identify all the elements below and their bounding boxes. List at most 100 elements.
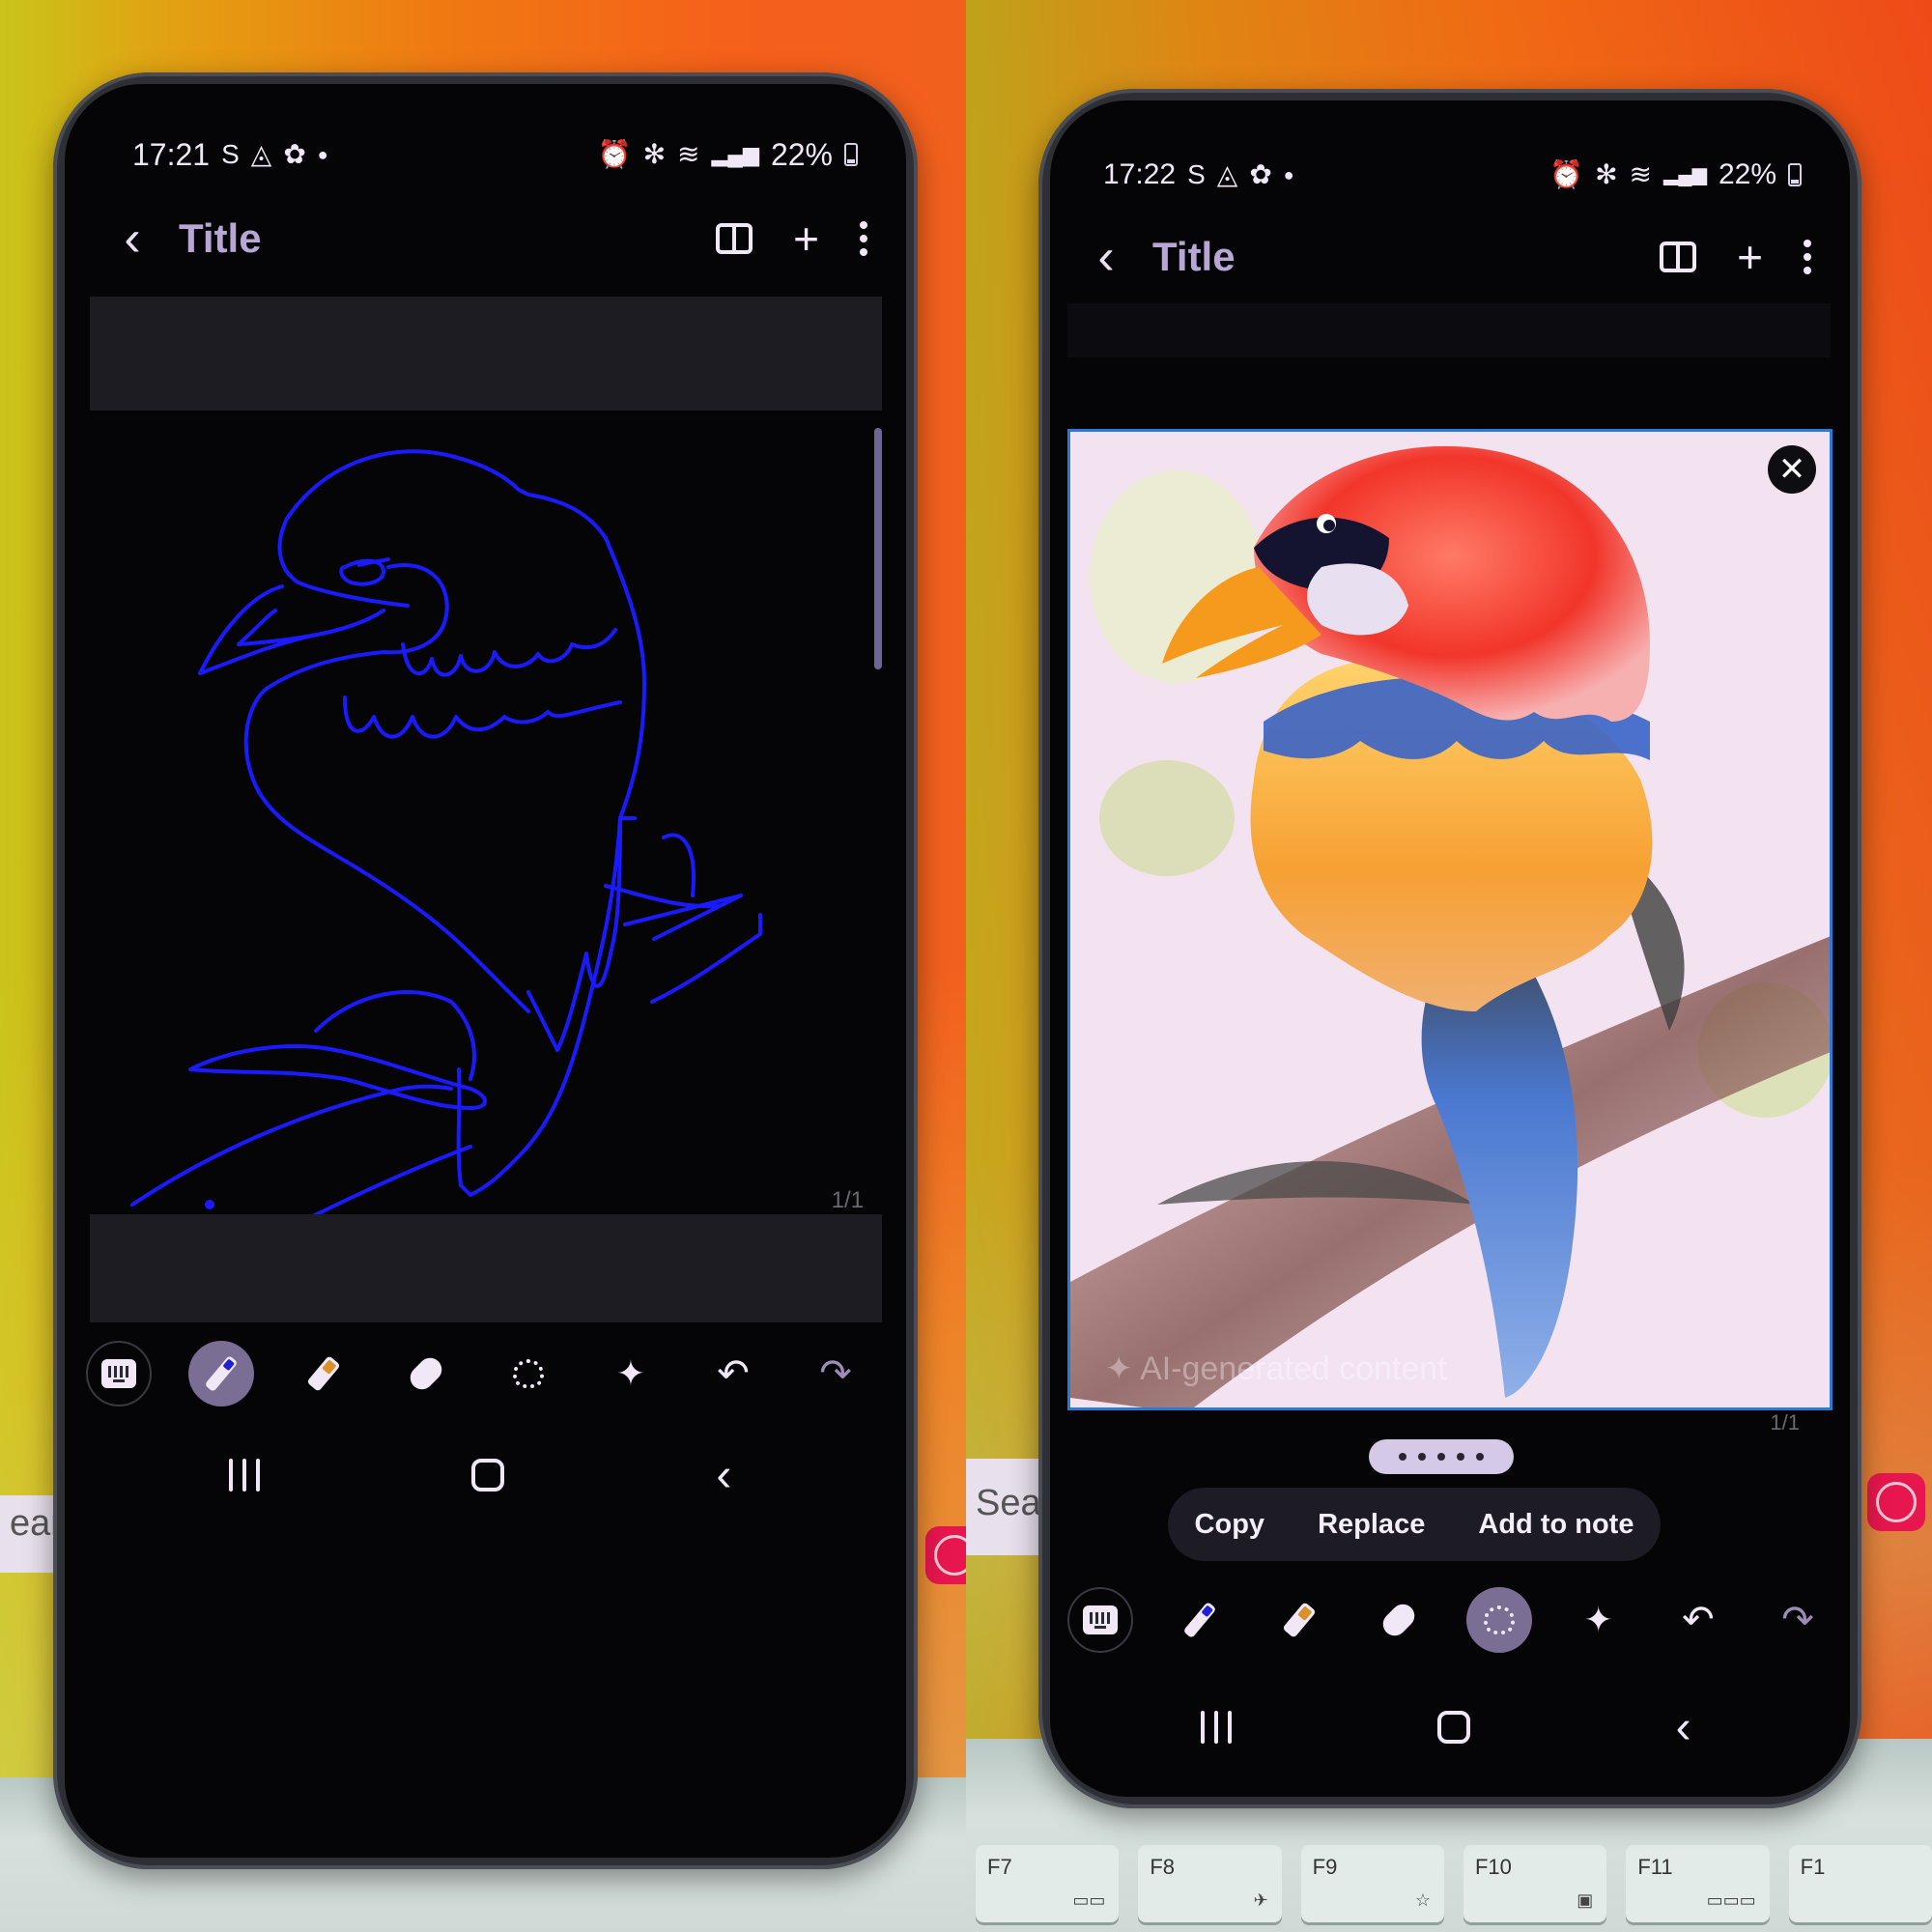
tool-redo[interactable]: ↷ — [803, 1341, 868, 1406]
page-counter: 1/1 — [1770, 1410, 1800, 1435]
sketch-back-line — [456, 816, 622, 1197]
tool-highlighter[interactable] — [291, 1341, 356, 1406]
bluetooth-icon: ✻ — [642, 139, 667, 169]
tool-ai-assist[interactable]: ✦ — [1566, 1587, 1632, 1653]
app-bar: ‹ Title + — [65, 200, 906, 277]
tool-pen[interactable] — [1167, 1587, 1233, 1653]
left-phone: 17:21 S ◬ ✿ ● ⏰ ✻ ≋ ▂▄▆ 22% ‹ Title + 1/… — [53, 72, 918, 1869]
background-search-box-right: Searc — [966, 1459, 1043, 1555]
pen-toolbar-right: ✦ ↶ ↷ — [1067, 1577, 1831, 1663]
close-image-button[interactable]: ✕ — [1768, 445, 1816, 494]
drive-icon: ◬ — [250, 139, 272, 169]
sketch-right-branch-3 — [650, 913, 762, 1004]
reading-mode-icon[interactable] — [716, 223, 753, 254]
drawing-canvas[interactable] — [65, 412, 906, 1601]
sparkle-icon: ✦ — [615, 1353, 646, 1393]
battery-percent: 22% — [1718, 158, 1776, 190]
eraser-icon — [1378, 1599, 1420, 1641]
tool-undo[interactable]: ↶ — [700, 1341, 766, 1406]
right-panel: Searc F7▭▭ F8✈ F9☆ F10▣ F11▭▭▭ F1 17:22 … — [966, 0, 1932, 1932]
display-toggle-icon: ▭▭ — [1072, 1890, 1106, 1910]
lasso-icon — [1483, 1605, 1515, 1634]
status-bar: 17:21 S ◬ ✿ ● ⏰ ✻ ≋ ▂▄▆ 22% — [65, 130, 906, 179]
tool-redo[interactable]: ↷ — [1765, 1587, 1831, 1653]
drive-icon: ◬ — [1216, 159, 1238, 189]
more-options-icon[interactable] — [860, 221, 867, 256]
status-bar-right: 17:22 S ◬ ✿ ● ⏰ ✻ ≋ ▂▄▆ 22% — [1050, 151, 1850, 199]
resize-handle[interactable] — [1369, 1439, 1514, 1474]
key-f11: F11 ▭▭▭ — [1626, 1845, 1770, 1922]
battery-icon — [1788, 163, 1802, 186]
replace-button[interactable]: Replace — [1318, 1509, 1425, 1541]
add-to-note-button[interactable]: Add to note — [1478, 1509, 1634, 1541]
navigation-bar-right: ‹ — [1098, 1689, 1794, 1766]
background-search-text-right: Searc — [976, 1483, 1043, 1523]
more-options-icon[interactable] — [1804, 240, 1811, 274]
lasso-icon — [513, 1359, 544, 1388]
navigation-bar: ‹ — [123, 1436, 838, 1514]
battery-percent: 22% — [770, 136, 833, 172]
back-button[interactable]: ‹ — [1077, 228, 1135, 286]
tool-keyboard[interactable] — [86, 1341, 152, 1406]
add-page-button[interactable]: + — [793, 213, 819, 265]
note-title[interactable]: Title — [179, 215, 716, 262]
nav-back-button[interactable]: ‹ — [716, 1449, 731, 1502]
recents-button[interactable] — [1201, 1711, 1233, 1744]
sketch-head-outline — [285, 449, 646, 820]
image-action-bar: Copy Replace Add to note — [1168, 1488, 1661, 1561]
clock: 17:22 — [1103, 158, 1177, 190]
right-phone-screen: 17:22 S ◬ ✿ ● ⏰ ✻ ≋ ▂▄▆ 22% ‹ Title + ✕ … — [1050, 100, 1850, 1797]
home-button[interactable] — [470, 1459, 504, 1492]
reading-mode-icon[interactable] — [1660, 242, 1697, 272]
back-button[interactable]: ‹ — [103, 210, 161, 268]
tool-eraser[interactable] — [393, 1341, 459, 1406]
note-title[interactable]: Title — [1152, 234, 1660, 280]
keyboard-backlight-icon: ▭▭▭ — [1706, 1890, 1756, 1910]
tool-lasso[interactable] — [496, 1341, 561, 1406]
tool-pen[interactable] — [188, 1341, 254, 1406]
tool-eraser[interactable] — [1366, 1587, 1432, 1653]
airplane-icon: ✈ — [1253, 1890, 1268, 1910]
right-phone: 17:22 S ◬ ✿ ● ⏰ ✻ ≋ ▂▄▆ 22% ‹ Title + ✕ … — [1038, 89, 1861, 1808]
ai-generated-image[interactable]: ✕ ✦ AI-generated content — [1067, 429, 1833, 1410]
home-button[interactable] — [1437, 1711, 1470, 1744]
sketch-beak-lower — [237, 609, 385, 646]
background-app-icon — [925, 1526, 966, 1584]
sketch-beak-outer — [198, 584, 318, 675]
background-app-icon-right — [1867, 1473, 1925, 1531]
key-f9: F9 ☆ — [1300, 1845, 1444, 1922]
title-input-area[interactable] — [1067, 303, 1831, 357]
undo-icon: ↶ — [1682, 1599, 1715, 1641]
key-f10: F10 ▣ — [1463, 1845, 1607, 1922]
nav-back-button[interactable]: ‹ — [1676, 1701, 1691, 1754]
left-panel: earc 17:21 S ◬ ✿ ● ⏰ ✻ ≋ ▂▄▆ 22% — [0, 0, 966, 1932]
tool-highlighter[interactable] — [1266, 1587, 1332, 1653]
bluetooth-icon: ✻ — [1595, 159, 1618, 189]
tool-ai-assist[interactable]: ✦ — [598, 1341, 664, 1406]
keyboard-icon — [1083, 1605, 1118, 1634]
notification-dot-icon: ● — [1283, 165, 1294, 185]
star-brightness-icon: ☆ — [1414, 1890, 1431, 1910]
tool-lasso[interactable] — [1465, 1587, 1532, 1653]
sketch-branch-leaf — [188, 1044, 487, 1110]
bird-painting — [1070, 432, 1830, 1407]
notification-dot-icon: ● — [317, 145, 328, 164]
sketch-branch-1 — [130, 1084, 453, 1207]
add-page-button[interactable]: + — [1737, 231, 1763, 283]
pen-toolbar: ✦ ↶ ↷ — [86, 1330, 868, 1417]
sketch-feathers-lower — [343, 696, 622, 739]
copy-button[interactable]: Copy — [1195, 1509, 1265, 1541]
sketch-beak-upper — [277, 517, 410, 608]
samsung-pay-icon: S — [221, 139, 240, 169]
recents-button[interactable] — [228, 1459, 260, 1492]
pen-icon — [204, 1354, 239, 1393]
undo-icon: ↶ — [717, 1352, 750, 1395]
signal-icon: ▂▄▆ — [1663, 164, 1707, 185]
sparkle-icon: ✦ — [1583, 1600, 1613, 1639]
tool-undo[interactable]: ↶ — [1665, 1587, 1731, 1653]
title-input-area[interactable] — [90, 297, 882, 411]
highlighter-icon — [306, 1355, 341, 1392]
screen-icon: ▣ — [1577, 1890, 1594, 1910]
wifi-icon: ≋ — [677, 139, 700, 169]
tool-keyboard[interactable] — [1067, 1587, 1133, 1653]
